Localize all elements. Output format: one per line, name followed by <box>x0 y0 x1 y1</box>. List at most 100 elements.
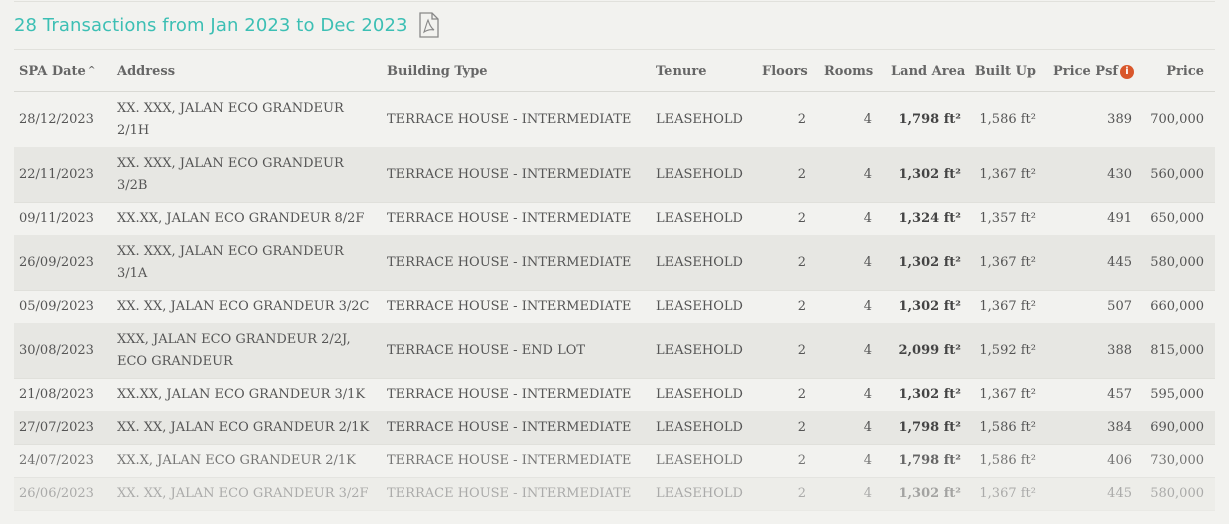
price-psf-cell: 430 <box>1107 167 1132 182</box>
price-cell: 580,000 <box>1150 255 1204 270</box>
price-psf-cell: 445 <box>1107 486 1132 501</box>
building-type-cell: TERRACE HOUSE - INTERMEDIATE <box>387 486 632 501</box>
rooms-cell: 4 <box>863 343 872 358</box>
land-area-cell: 1,798 ft² <box>898 420 961 435</box>
spa-date-cell: 05/09/2023 <box>19 299 94 314</box>
price-psf-cell: 384 <box>1107 420 1132 435</box>
table-row[interactable]: 21/08/2023 XX.XX, JALAN ECO GRANDEUR 3/1… <box>14 378 1215 412</box>
floors-cell: 2 <box>797 486 806 501</box>
floors-cell: 2 <box>797 255 806 270</box>
title-bar: 28 Transactions from Jan 2023 to Dec 202… <box>14 10 440 40</box>
col-spa-date-label: SPA Date <box>19 64 86 79</box>
table-row[interactable]: 22/11/2023 XX. XXX, JALAN ECO GRANDEUR 3/… <box>14 147 1215 203</box>
building-type-cell: TERRACE HOUSE - INTERMEDIATE <box>387 211 632 226</box>
col-price-psf-label: Price Psf <box>1053 64 1118 79</box>
building-type-cell: TERRACE HOUSE - INTERMEDIATE <box>387 387 632 402</box>
land-area-cell: 2,099 ft² <box>898 343 961 358</box>
price-psf-cell: 491 <box>1107 211 1132 226</box>
price-psf-cell: 457 <box>1107 387 1132 402</box>
address-cell: XX. XXX, JALAN ECO GRANDEUR 3/2B <box>117 155 344 193</box>
col-spa-date[interactable]: SPA Date ^ <box>19 52 95 91</box>
tenure-cell: LEASEHOLD <box>656 387 743 402</box>
table-row[interactable]: 30/08/2023 XXX, JALAN ECO GRANDEUR 2/2J,… <box>14 323 1215 379</box>
spa-date-cell: 26/06/2023 <box>19 486 94 501</box>
building-type-cell: TERRACE HOUSE - INTERMEDIATE <box>387 112 632 127</box>
table-row[interactable]: 05/09/2023 XX. XX, JALAN ECO GRANDEUR 3/… <box>14 290 1215 324</box>
spa-date-cell: 26/09/2023 <box>19 255 94 270</box>
table-row[interactable]: 26/09/2023 XX. XXX, JALAN ECO GRANDEUR 3/… <box>14 235 1215 291</box>
spa-date-cell: 22/11/2023 <box>19 167 94 182</box>
col-built-up[interactable]: Built Up <box>974 52 1036 91</box>
address-cell: XXX, JALAN ECO GRANDEUR 2/2J, ECO GRANDEU… <box>117 331 351 369</box>
price-cell: 595,000 <box>1150 387 1204 402</box>
table-header: SPA Date ^ Address Building Type Tenure F… <box>14 52 1215 92</box>
table-row[interactable]: 09/11/2023 XX.XX, JALAN ECO GRANDEUR 8/2… <box>14 202 1215 236</box>
rooms-cell: 4 <box>863 167 872 182</box>
building-type-cell: TERRACE HOUSE - INTERMEDIATE <box>387 167 632 182</box>
table-row[interactable]: 27/07/2023 XX. XX, JALAN ECO GRANDEUR 2/… <box>14 411 1215 445</box>
built-up-cell: 1,367 ft² <box>979 387 1036 402</box>
address-cell: XX.XX, JALAN ECO GRANDEUR 3/1K <box>117 386 366 402</box>
built-up-cell: 1,586 ft² <box>979 453 1036 468</box>
col-price-psf[interactable]: Price Psf i <box>1044 52 1134 91</box>
tenure-cell: LEASEHOLD <box>656 453 743 468</box>
floors-cell: 2 <box>797 299 806 314</box>
col-address[interactable]: Address <box>117 52 175 91</box>
built-up-cell: 1,357 ft² <box>979 211 1036 226</box>
building-type-cell: TERRACE HOUSE - END LOT <box>387 343 586 358</box>
tenure-cell: LEASEHOLD <box>656 343 743 358</box>
rooms-cell: 4 <box>863 211 872 226</box>
tenure-cell: LEASEHOLD <box>656 255 743 270</box>
built-up-cell: 1,586 ft² <box>979 420 1036 435</box>
col-price[interactable]: Price <box>1134 52 1204 91</box>
pdf-file-icon[interactable] <box>418 12 440 38</box>
tenure-cell: LEASEHOLD <box>656 420 743 435</box>
spa-date-cell: 27/07/2023 <box>19 420 94 435</box>
tenure-cell: LEASEHOLD <box>656 211 743 226</box>
address-cell: XX. XX, JALAN ECO GRANDEUR 3/2C <box>117 298 370 314</box>
col-building-type[interactable]: Building Type <box>387 52 488 91</box>
building-type-cell: TERRACE HOUSE - INTERMEDIATE <box>387 420 632 435</box>
built-up-cell: 1,586 ft² <box>979 112 1036 127</box>
info-icon[interactable]: i <box>1120 65 1134 79</box>
address-cell: XX. XXX, JALAN ECO GRANDEUR 3/1A <box>117 243 344 281</box>
address-cell: XX. XXX, JALAN ECO GRANDEUR 2/1H <box>117 100 344 138</box>
col-floors[interactable]: Floors <box>762 52 808 91</box>
price-cell: 690,000 <box>1150 420 1204 435</box>
address-cell: XX.X, JALAN ECO GRANDEUR 2/1K <box>117 452 356 468</box>
price-cell: 700,000 <box>1150 112 1204 127</box>
land-area-cell: 1,798 ft² <box>898 453 961 468</box>
price-cell: 650,000 <box>1150 211 1204 226</box>
col-land-area[interactable]: Land Area <box>891 52 965 91</box>
top-divider <box>14 1 1215 2</box>
address-cell: XX. XX, JALAN ECO GRANDEUR 2/1K <box>117 419 370 435</box>
land-area-cell: 1,302 ft² <box>898 255 961 270</box>
floors-cell: 2 <box>797 211 806 226</box>
floors-cell: 2 <box>797 112 806 127</box>
tenure-cell: LEASEHOLD <box>656 486 743 501</box>
building-type-cell: TERRACE HOUSE - INTERMEDIATE <box>387 255 632 270</box>
built-up-cell: 1,367 ft² <box>979 299 1036 314</box>
rooms-cell: 4 <box>863 299 872 314</box>
title-divider <box>14 49 1215 50</box>
land-area-cell: 1,302 ft² <box>898 299 961 314</box>
spa-date-cell: 30/08/2023 <box>19 343 94 358</box>
sort-asc-icon: ^ <box>87 66 96 76</box>
spa-date-cell: 28/12/2023 <box>19 112 94 127</box>
price-cell: 560,000 <box>1150 167 1204 182</box>
spa-date-cell: 24/07/2023 <box>19 453 94 468</box>
price-psf-cell: 389 <box>1107 112 1132 127</box>
floors-cell: 2 <box>797 343 806 358</box>
table-row[interactable]: 28/12/2023 XX. XXX, JALAN ECO GRANDEUR 2/… <box>14 92 1215 148</box>
land-area-cell: 1,302 ft² <box>898 486 961 501</box>
col-tenure[interactable]: Tenure <box>656 52 706 91</box>
rooms-cell: 4 <box>863 112 872 127</box>
col-rooms[interactable]: Rooms <box>824 52 873 91</box>
table-row[interactable]: 24/07/2023 XX.X, JALAN ECO GRANDEUR 2/1K… <box>14 444 1215 478</box>
rooms-cell: 4 <box>863 255 872 270</box>
price-cell: 815,000 <box>1150 343 1204 358</box>
building-type-cell: TERRACE HOUSE - INTERMEDIATE <box>387 299 632 314</box>
floors-cell: 2 <box>797 453 806 468</box>
building-type-cell: TERRACE HOUSE - INTERMEDIATE <box>387 453 632 468</box>
table-row[interactable]: 26/06/2023 XX. XX, JALAN ECO GRANDEUR 3/… <box>14 477 1215 511</box>
